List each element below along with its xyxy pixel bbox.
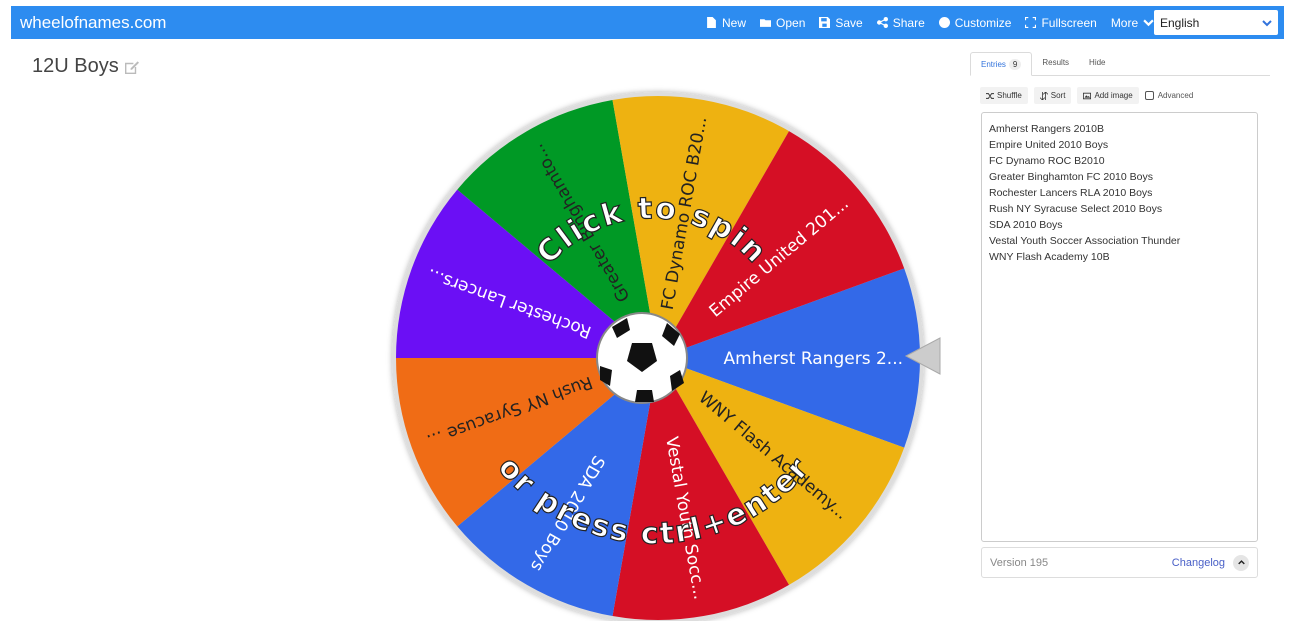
navbar-bar: wheelofnames.com New Open Save Share Cus… (11, 6, 1284, 39)
wheel-title[interactable]: 12U Boys (32, 55, 139, 78)
folder-icon (760, 19, 772, 27)
shuffle-label: Shuffle (997, 91, 1022, 100)
sort-label: Sort (1050, 91, 1066, 100)
entry-line[interactable]: Amherst Rangers 2010B (989, 121, 1250, 137)
chevron-up-icon (1237, 560, 1245, 565)
save-button[interactable]: Save (819, 15, 863, 30)
entries-toolbar: Shuffle Sort Add image Advanced (980, 87, 1193, 104)
tab-entries[interactable]: Entries 9 (970, 52, 1033, 76)
wheel-title-text: 12U Boys (32, 55, 119, 77)
side-panel: Entries 9 Results Hide Shuffle Sort Add i… (970, 52, 1270, 592)
language-value: English (1160, 15, 1200, 30)
more-menu[interactable]: More (1111, 16, 1154, 30)
version-text: Version 195 (990, 556, 1049, 569)
customize-button[interactable]: Customize (938, 15, 1012, 30)
tab-hide[interactable]: Hide (1079, 52, 1115, 76)
sort-button[interactable]: Sort (1033, 87, 1072, 104)
wheel-segment-label: Amherst Rangers 2... (724, 349, 904, 369)
changelog-link[interactable]: Changelog (1172, 557, 1225, 569)
save-icon (819, 17, 831, 28)
entry-line[interactable]: SDA 2010 Boys (989, 217, 1250, 233)
nav-menu: New Open Save Share Customize Fullscreen (706, 6, 1154, 39)
chevron-down-icon (1262, 19, 1272, 26)
entry-line[interactable]: FC Dynamo ROC B2010 (989, 153, 1250, 169)
scroll-up-button[interactable] (1233, 554, 1249, 571)
share-button[interactable]: Share (876, 15, 925, 30)
image-icon (1083, 92, 1092, 99)
entry-line[interactable]: Empire United 2010 Boys (989, 137, 1250, 153)
more-label: More (1110, 15, 1139, 30)
open-button[interactable]: Open (760, 16, 805, 30)
share-icon (876, 17, 888, 28)
tab-results[interactable]: Results (1032, 52, 1079, 76)
entries-textarea[interactable]: Amherst Rangers 2010B Empire United 2010 … (981, 112, 1258, 542)
fullscreen-button[interactable]: Fullscreen (1025, 15, 1097, 30)
tab-entries-label: Entries (981, 60, 1006, 69)
language-select[interactable]: English (1154, 10, 1278, 35)
save-label: Save (835, 15, 863, 30)
advanced-label: Advanced (1157, 91, 1194, 100)
top-navbar: wheelofnames.com New Open Save Share Cus… (0, 0, 1289, 46)
new-label: New (722, 15, 747, 30)
shuffle-button[interactable]: Shuffle (980, 87, 1028, 104)
entry-line[interactable]: Rochester Lancers RLA 2010 Boys (989, 185, 1250, 201)
chevron-down-icon (1143, 19, 1154, 27)
add-image-label: Add image (1094, 91, 1133, 100)
open-label: Open (776, 15, 806, 30)
advanced-checkbox[interactable]: Advanced (1144, 91, 1194, 100)
advanced-checkbox-box[interactable] (1144, 91, 1154, 100)
shuffle-icon (986, 92, 994, 99)
add-image-button[interactable]: Add image (1077, 87, 1139, 104)
brand-logo[interactable]: wheelofnames.com (20, 13, 166, 33)
fullscreen-icon (1025, 17, 1037, 28)
new-button[interactable]: New (706, 16, 746, 30)
wheel-pointer (904, 337, 941, 375)
panel-tabs: Entries 9 Results Hide (970, 52, 1270, 76)
entry-line[interactable]: Greater Binghamton FC 2010 Boys (989, 169, 1250, 185)
entry-line[interactable]: WNY Flash Academy 10B (989, 249, 1250, 265)
entry-line[interactable]: Vestal Youth Soccer Association Thunder (989, 233, 1250, 249)
entries-count-badge: 9 (1008, 59, 1022, 70)
palette-icon (938, 17, 950, 28)
fullscreen-label: Fullscreen (1041, 15, 1097, 30)
soccer-ball-icon (596, 312, 688, 404)
customize-label: Customize (954, 15, 1012, 30)
wheel-area[interactable]: Amherst Rangers 2... WNY Flash Academy...… (378, 82, 942, 621)
sort-icon (1039, 91, 1048, 100)
spin-wheel[interactable]: Amherst Rangers 2...WNY Flash Academy...… (378, 82, 942, 621)
file-icon (707, 17, 716, 28)
entry-line[interactable]: Rush NY Syracuse Select 2010 Boys (989, 201, 1250, 217)
share-label: Share (892, 15, 925, 30)
edit-icon[interactable] (124, 60, 139, 74)
version-footer: Version 195 Changelog (981, 547, 1258, 578)
